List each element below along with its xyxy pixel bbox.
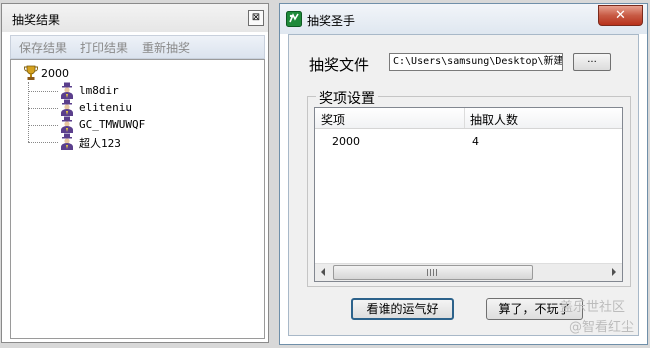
watermark-site: 盖乐世社区 xyxy=(560,300,626,315)
trophy-icon xyxy=(24,65,38,80)
results-titlebar[interactable]: 抽奖结果 ⊠ xyxy=(2,4,268,32)
watermark-author: @智看红尘 xyxy=(569,320,635,335)
main-client-area: 抽奖文件 C:\Users\samsung\Desktop\新建 ... 奖项设… xyxy=(288,34,639,336)
tree-child-node[interactable]: lm8dir xyxy=(28,82,228,100)
main-titlebar[interactable]: 抽奖圣手 ✕ xyxy=(280,4,647,34)
column-header-count[interactable]: 抽取人数 xyxy=(470,111,518,128)
results-window-title: 抽奖结果 xyxy=(12,13,61,27)
file-label: 抽奖文件 xyxy=(309,56,370,74)
column-separator[interactable] xyxy=(464,108,465,128)
results-window: 抽奖结果 ⊠ 保存结果 打印结果 重新抽奖 2000 lm8dir eliten… xyxy=(1,3,269,343)
scroll-left-icon[interactable] xyxy=(321,268,325,276)
cell-count[interactable]: 4 xyxy=(472,135,479,148)
scroll-thumb[interactable] xyxy=(333,265,533,280)
user-icon xyxy=(61,99,73,116)
tree-child-label: eliteniu xyxy=(79,101,132,114)
tree-child-node[interactable]: eliteniu xyxy=(28,99,228,117)
column-header-prize[interactable]: 奖项 xyxy=(321,111,345,128)
horizontal-scrollbar[interactable] xyxy=(315,263,622,281)
tree-branch xyxy=(28,91,58,92)
scroll-right-icon[interactable] xyxy=(612,268,616,276)
tree-branch xyxy=(28,125,58,126)
save-results-button[interactable]: 保存结果 xyxy=(19,39,67,56)
tree-child-label: 超人123 xyxy=(79,137,121,150)
file-path-field[interactable]: C:\Users\samsung\Desktop\新建 xyxy=(389,53,563,71)
tree-root-label: 2000 xyxy=(41,67,69,80)
user-icon xyxy=(61,116,73,133)
tree-branch xyxy=(28,108,58,109)
results-toolbar: 保存结果 打印结果 重新抽奖 xyxy=(10,35,265,59)
results-tree: 2000 lm8dir eliteniu GC_TMWUWQF 超人123 xyxy=(10,59,265,339)
group-title: 奖项设置 xyxy=(316,88,378,108)
results-close-button[interactable]: ⊠ xyxy=(248,10,264,26)
main-window: 抽奖圣手 ✕ 抽奖文件 C:\Users\samsung\Desktop\新建 … xyxy=(279,3,648,345)
draw-lucky-button[interactable]: 看谁的运气好 xyxy=(351,298,454,320)
prize-list[interactable]: 奖项 抽取人数 2000 4 xyxy=(314,107,623,282)
tree-child-node[interactable]: 超人123 xyxy=(28,133,228,151)
user-icon xyxy=(61,82,73,99)
browse-button[interactable]: ... xyxy=(573,53,611,71)
list-header: 奖项 抽取人数 xyxy=(315,108,622,129)
tree-child-label: GC_TMWUWQF xyxy=(79,118,146,131)
tree-child-label: lm8dir xyxy=(79,84,119,97)
tree-branch xyxy=(28,142,58,143)
print-results-button[interactable]: 打印结果 xyxy=(80,39,128,56)
tree-child-node[interactable]: GC_TMWUWQF xyxy=(28,116,228,134)
redraw-button[interactable]: 重新抽奖 xyxy=(142,39,190,56)
scroll-grip xyxy=(427,269,437,276)
user-icon xyxy=(61,133,73,150)
app-icon xyxy=(286,11,302,27)
main-close-button[interactable]: ✕ xyxy=(598,5,643,26)
main-window-title: 抽奖圣手 xyxy=(307,14,356,28)
cell-prize[interactable]: 2000 xyxy=(332,135,360,148)
